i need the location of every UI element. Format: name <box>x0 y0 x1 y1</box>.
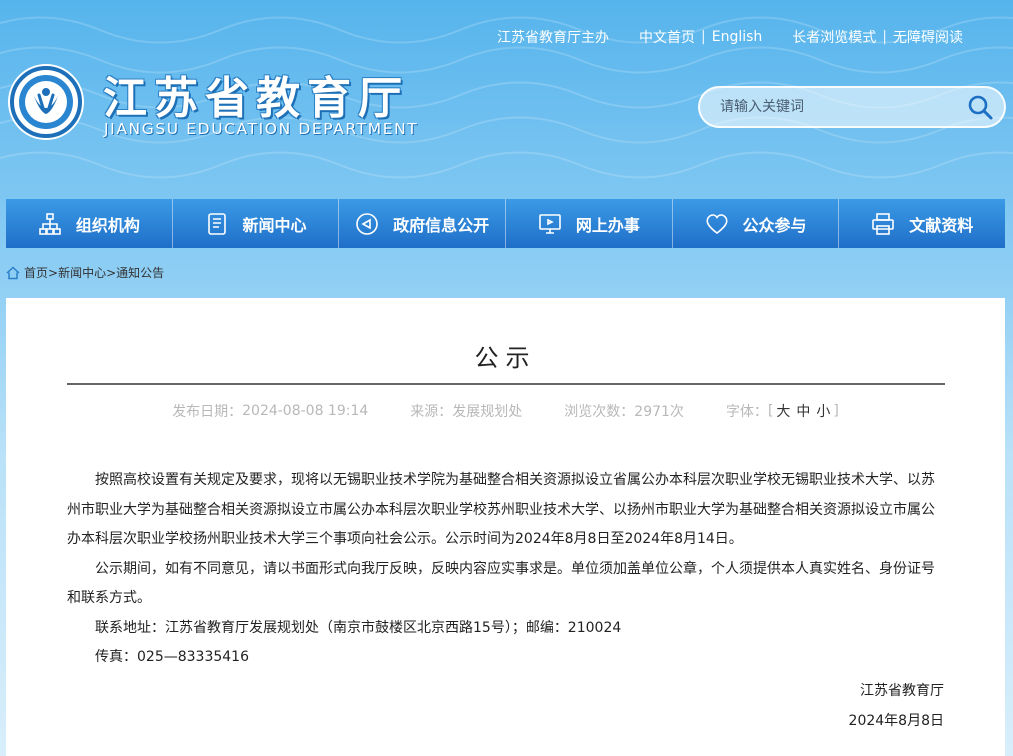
paragraph: 传真：025—83335416 <box>95 649 249 665</box>
site-title-en: JIANGSU EDUCATION DEPARTMENT <box>104 120 419 138</box>
megaphone-icon <box>356 212 378 235</box>
article-body: 按照高校设置有关规定及要求，现将以无锡职业技术学院为基础整合相关资源拟设立省属公… <box>67 466 947 673</box>
main-nav: 组织机构 新闻中心 政府信息公开 网上办事 公众参与 文献资料 <box>6 199 1005 248</box>
search-input[interactable] <box>720 99 966 115</box>
nav-label: 政府信息公开 <box>393 215 490 235</box>
home-cn-link[interactable]: 中文首页 <box>639 27 695 47</box>
paragraph: 联系地址：江苏省教育厅发展规划处（南京市鼓楼区北京西路15号）；邮编：21002… <box>95 619 622 636</box>
emblem-logo[interactable] <box>6 62 86 142</box>
nav-item-organization[interactable]: 组织机构 <box>6 199 173 248</box>
signature-date: 2024年8月8日 <box>848 713 944 729</box>
nav-item-gov-info[interactable]: 政府信息公开 <box>339 199 507 248</box>
site-header: 江苏省教育厅主办 中文首页 | English 长者浏览模式 | 无障碍阅读 江… <box>0 0 1013 196</box>
nav-item-online-service[interactable]: 网上办事 <box>506 199 673 248</box>
views-value: 2971次 <box>634 404 684 420</box>
breadcrumb-news[interactable]: 新闻中心 <box>58 264 106 281</box>
english-link[interactable]: English <box>712 29 763 45</box>
nav-label: 公众参与 <box>742 215 807 235</box>
search-box <box>698 86 1006 128</box>
font-large-button[interactable]: 大 <box>776 401 790 421</box>
title-divider <box>67 383 945 385</box>
nav-label: 组织机构 <box>75 215 140 235</box>
bracket-open: [ <box>767 403 774 419</box>
printer-icon <box>872 212 894 235</box>
separator: | <box>882 29 887 45</box>
org-chart-icon <box>39 212 61 235</box>
nav-label: 网上办事 <box>575 215 640 235</box>
bracket-close: ] <box>833 403 839 419</box>
separator: | <box>701 29 706 45</box>
font-small-button[interactable]: 小 <box>816 401 830 421</box>
sponsor-text: 江苏省教育厅主办 <box>497 30 609 46</box>
nav-label: 文献资料 <box>909 215 974 235</box>
nav-label: 新闻中心 <box>242 215 307 235</box>
font-size-label: 字体： <box>725 404 768 420</box>
paragraph: 公示期间，如有不同意见，请以书面形式向我厅反映，反映内容应实事求是。单位须加盖单… <box>67 560 935 607</box>
publish-label: 发布日期： <box>172 404 243 420</box>
monitor-icon <box>539 213 561 234</box>
article-title: 公示 <box>474 344 537 372</box>
nav-item-news[interactable]: 新闻中心 <box>173 199 340 248</box>
font-medium-button[interactable]: 中 <box>796 401 810 421</box>
elder-mode-link[interactable]: 长者浏览模式 <box>792 27 876 47</box>
signature-org: 江苏省教育厅 <box>860 683 944 699</box>
breadcrumb-home[interactable]: 首页 <box>24 264 48 281</box>
views-label: 浏览次数： <box>564 404 635 420</box>
article-panel: 公示 发布日期： 2024-08-08 19:14 来源： 发展规划处 浏览次数… <box>6 298 1005 756</box>
breadcrumb-sep: > <box>48 265 59 280</box>
document-icon <box>207 212 226 235</box>
article-meta: 发布日期： 2024-08-08 19:14 来源： 发展规划处 浏览次数： 2… <box>6 401 1005 421</box>
source-label: 来源： <box>410 404 453 420</box>
paragraph: 按照高校设置有关规定及要求，现将以无锡职业技术学院为基础整合相关资源拟设立省属公… <box>67 472 935 547</box>
home-icon <box>6 265 20 279</box>
nav-item-public-participation[interactable]: 公众参与 <box>673 199 840 248</box>
heart-icon <box>706 213 728 234</box>
top-links: 江苏省教育厅主办 中文首页 | English 长者浏览模式 | 无障碍阅读 <box>497 27 963 47</box>
source-value: 发展规划处 <box>452 404 523 420</box>
site-title-cn: 江苏省教育厅 <box>103 73 409 124</box>
accessible-reading-link[interactable]: 无障碍阅读 <box>893 27 963 47</box>
breadcrumb: 首页 > 新闻中心 > 通知公告 <box>6 264 164 281</box>
breadcrumb-notice[interactable]: 通知公告 <box>116 264 164 281</box>
breadcrumb-sep: > <box>106 265 117 280</box>
search-icon[interactable] <box>966 93 994 121</box>
nav-item-documents[interactable]: 文献资料 <box>839 199 1005 248</box>
publish-date: 2024-08-08 19:14 <box>242 403 369 419</box>
